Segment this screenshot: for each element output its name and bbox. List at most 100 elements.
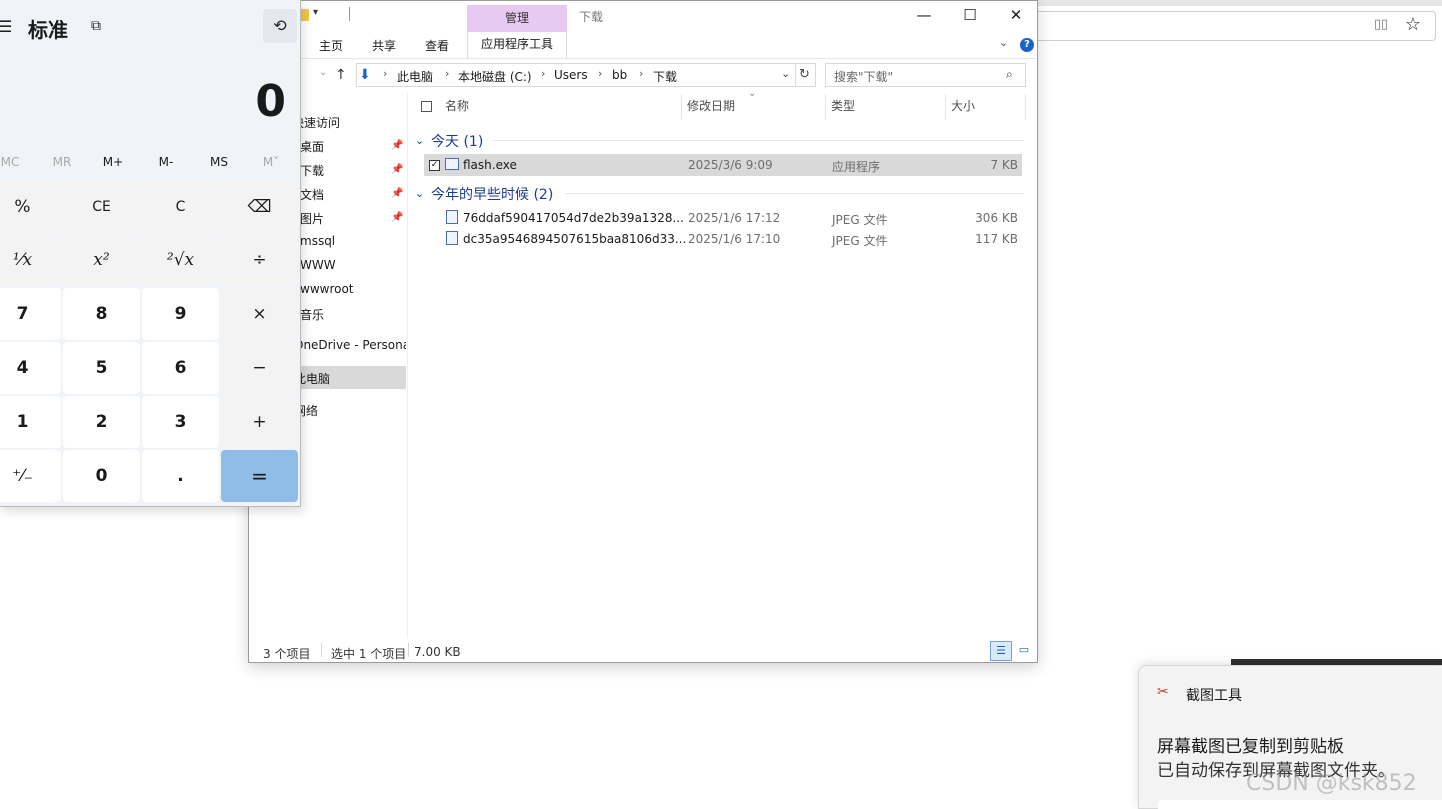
backspace-icon[interactable]: ⌫: [221, 181, 298, 233]
hamburger-menu-icon[interactable]: ☰: [0, 17, 12, 36]
nav-item-www[interactable]: WWW: [300, 258, 336, 272]
breadcrumb-separator-icon[interactable]: ›: [598, 67, 602, 80]
digit-4-button[interactable]: 4: [0, 342, 61, 394]
column-size[interactable]: 大小: [951, 97, 975, 119]
digit-9-button[interactable]: 9: [142, 288, 219, 340]
breadcrumb-bb[interactable]: bb: [612, 68, 627, 82]
digit-6-button[interactable]: 6: [142, 342, 219, 394]
window-title: 下载: [579, 10, 604, 24]
subtract-button[interactable]: −: [221, 342, 298, 394]
pin-icon[interactable]: 📌: [391, 164, 403, 175]
details-view-icon[interactable]: ☰: [990, 641, 1012, 661]
breadcrumb-local-disk[interactable]: 本地磁盘 (C:): [458, 68, 532, 85]
reader-view-icon[interactable]: ▯▯: [1372, 17, 1390, 33]
nav-item-documents[interactable]: 文档: [300, 186, 324, 203]
up-arrow-icon[interactable]: ↑: [335, 67, 347, 83]
memory-subtract-button[interactable]: M-: [140, 155, 192, 169]
expand-ribbon-icon[interactable]: ⌄: [999, 36, 1008, 49]
digit-1-button[interactable]: 1: [0, 396, 61, 448]
breadcrumb-separator-icon[interactable]: ›: [541, 67, 545, 80]
group-collapse-icon[interactable]: ⌄: [415, 187, 424, 200]
file-name[interactable]: dc35a9546894507615baa8106d33...: [463, 232, 686, 246]
percent-button[interactable]: %: [0, 181, 61, 233]
digit-0-button[interactable]: 0: [63, 450, 140, 502]
minimize-button[interactable]: —: [901, 1, 947, 32]
pin-icon[interactable]: 📌: [391, 188, 403, 199]
large-icons-view-icon[interactable]: ▭: [1013, 641, 1035, 661]
history-icon[interactable]: ⟲: [263, 9, 297, 43]
search-icon[interactable]: ⌕: [1006, 67, 1013, 82]
tab-view[interactable]: 查看: [425, 37, 449, 54]
nav-item-pictures[interactable]: 图片: [300, 210, 324, 227]
search-placeholder: 搜索"下载": [834, 70, 894, 84]
file-type: 应用程序: [832, 160, 881, 174]
pin-icon[interactable]: 📌: [391, 140, 403, 151]
browser-tab-strip: [1038, 0, 1442, 6]
reciprocal-button[interactable]: ¹⁄x: [0, 234, 61, 286]
memory-list-button[interactable]: M˅: [245, 155, 297, 169]
nav-item-mssql[interactable]: mssql: [300, 234, 335, 248]
column-divider[interactable]: [681, 94, 682, 120]
equals-button[interactable]: =: [221, 450, 298, 502]
memory-store-button[interactable]: MS: [193, 155, 245, 169]
nav-item-desktop[interactable]: 桌面: [300, 138, 324, 155]
nav-item-music[interactable]: 音乐: [300, 306, 324, 323]
digit-7-button[interactable]: 7: [0, 288, 61, 340]
nav-item-wwwroot[interactable]: wwwroot: [300, 282, 354, 296]
tab-application-tools[interactable]: 应用程序工具: [467, 32, 567, 58]
breadcrumb-this-pc[interactable]: 此电脑: [397, 68, 433, 85]
square-button[interactable]: x²: [63, 234, 140, 286]
address-dropdown-icon[interactable]: ⌄: [781, 67, 790, 80]
clear-entry-button[interactable]: CE: [63, 181, 140, 233]
nav-item-downloads[interactable]: 下载: [300, 162, 324, 179]
group-header-today[interactable]: 今天 (1): [431, 131, 483, 151]
digit-2-button[interactable]: 2: [63, 396, 140, 448]
breadcrumb-separator-icon[interactable]: ›: [639, 67, 643, 80]
group-collapse-icon[interactable]: ⌄: [415, 134, 424, 147]
maximize-button[interactable]: ☐: [947, 1, 993, 32]
column-divider[interactable]: [1025, 94, 1026, 120]
clear-button[interactable]: C: [142, 181, 219, 233]
help-icon[interactable]: ?: [1020, 38, 1034, 52]
notification-action-area[interactable]: [1158, 800, 1442, 809]
square-root-button[interactable]: ²√x: [142, 234, 219, 286]
divide-button[interactable]: ÷: [221, 234, 298, 286]
digit-3-button[interactable]: 3: [142, 396, 219, 448]
tab-share[interactable]: 共享: [372, 37, 396, 54]
column-name[interactable]: 名称: [445, 97, 469, 119]
file-date: 2025/1/6 17:12: [688, 211, 781, 225]
close-button[interactable]: ✕: [993, 1, 1039, 32]
breadcrumb-separator-icon[interactable]: ›: [383, 67, 387, 80]
memory-recall-button[interactable]: MR: [36, 155, 88, 169]
decimal-button[interactable]: .: [142, 450, 219, 502]
nav-item-onedrive[interactable]: OneDrive - Persona: [294, 338, 406, 352]
breadcrumb-users[interactable]: Users: [554, 68, 588, 82]
breadcrumb-separator-icon[interactable]: ›: [445, 67, 449, 80]
negate-button[interactable]: ⁺⁄₋: [0, 450, 61, 502]
breadcrumb-downloads[interactable]: 下载: [653, 68, 677, 85]
file-name[interactable]: 76ddaf590417054d7de2b39a1328...: [463, 211, 684, 225]
select-all-checkbox[interactable]: [421, 101, 432, 112]
group-header-earlier-this-year[interactable]: 今年的早些时候 (2): [431, 184, 553, 204]
column-type[interactable]: 类型: [831, 97, 855, 119]
recent-locations-icon[interactable]: ⌄: [319, 67, 327, 78]
row-checkbox[interactable]: ✓: [429, 160, 440, 171]
keep-on-top-icon[interactable]: ⧉: [91, 18, 101, 34]
sort-descending-icon: ⌄: [748, 88, 757, 99]
column-divider[interactable]: [945, 94, 946, 120]
memory-add-button[interactable]: M+: [87, 155, 139, 169]
multiply-button[interactable]: ×: [221, 288, 298, 340]
refresh-icon[interactable]: ↻: [794, 63, 816, 87]
pin-icon[interactable]: 📌: [391, 212, 403, 223]
memory-clear-button[interactable]: MC: [0, 155, 36, 169]
digit-5-button[interactable]: 5: [63, 342, 140, 394]
column-date-modified[interactable]: 修改日期: [687, 97, 735, 119]
tab-manage[interactable]: 管理: [467, 5, 567, 32]
quick-access-dropdown-icon[interactable]: ▾: [313, 7, 318, 18]
tab-home[interactable]: 主页: [319, 37, 343, 54]
file-name[interactable]: flash.exe: [463, 158, 517, 172]
column-divider[interactable]: [825, 94, 826, 120]
digit-8-button[interactable]: 8: [63, 288, 140, 340]
favorite-star-icon[interactable]: ☆: [1402, 15, 1424, 35]
add-button[interactable]: +: [221, 396, 298, 448]
